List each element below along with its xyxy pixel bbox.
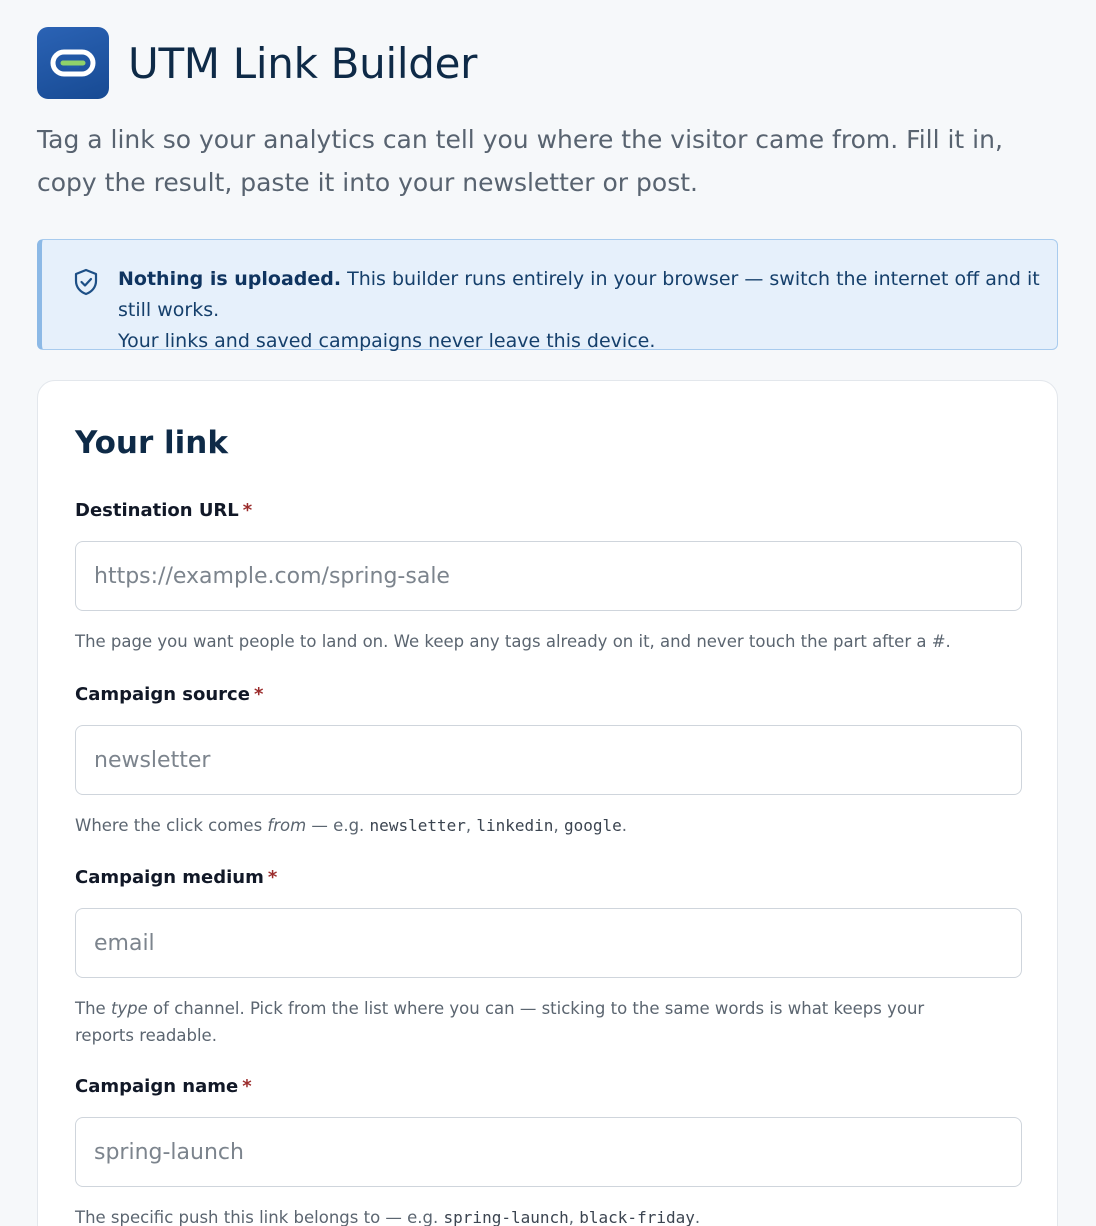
notice-bold: Nothing is uploaded. [118, 268, 342, 290]
help-text: . [694, 1208, 701, 1226]
shield-check-icon [73, 268, 99, 300]
campaign-medium-input[interactable] [75, 908, 1022, 978]
notice-line2: Your links and saved campaigns never lea… [118, 330, 656, 352]
required-marker: * [242, 1076, 252, 1097]
link-form-card: Your link Destination URL* The page you … [37, 380, 1058, 1226]
destination-url-input[interactable] [75, 541, 1022, 611]
help-example-code: newsletter [369, 816, 466, 835]
link-icon [37, 27, 109, 99]
required-marker: * [242, 500, 253, 521]
destination-url-field: Destination URL* The page you want peopl… [75, 498, 1022, 655]
campaign-source-label: Campaign source * [75, 682, 1022, 708]
destination-url-label-text: Destination URL [75, 500, 239, 521]
campaign-source-label-text: Campaign source [75, 684, 250, 705]
help-text: , [465, 816, 477, 835]
help-emphasis: type [110, 999, 148, 1018]
help-text: — e.g. [306, 816, 370, 835]
help-text: The [75, 999, 111, 1018]
campaign-name-label-text: Campaign name [75, 1076, 239, 1097]
campaign-source-field: Campaign source* Where the click comes f… [75, 682, 1022, 839]
help-text: The specific push this link belongs to —… [75, 1208, 444, 1226]
campaign-name-help: The specific push this link belongs to —… [75, 1204, 975, 1226]
campaign-name-label: Campaign name * [75, 1074, 1022, 1100]
help-text: , [568, 1208, 580, 1226]
campaign-source-input[interactable] [75, 725, 1022, 795]
required-marker: * [267, 867, 278, 888]
privacy-notice: Nothing is uploaded. This builder runs e… [37, 239, 1058, 352]
help-text: Where the click comes [75, 816, 268, 835]
campaign-medium-label: Campaign medium * [75, 865, 1022, 891]
card-title: Your link [75, 425, 228, 461]
help-example-code: google [563, 816, 622, 835]
help-emphasis: from [267, 816, 307, 835]
destination-url-help: The page you want people to land on. We … [75, 632, 951, 651]
destination-url-label: Destination URL * [75, 498, 1022, 524]
intro-text: Tag a link so your analytics can tell yo… [37, 125, 1003, 197]
help-text: . [621, 816, 627, 835]
help-example-code: linkedin [476, 816, 554, 835]
help-example-code: spring-launch [443, 1208, 569, 1226]
campaign-name-field: Campaign name* The specific push this li… [75, 1074, 1022, 1226]
page: UTM Link Builder Tag a link so your anal… [0, 0, 1096, 1226]
help-text: of channel. Pick from the list where you… [75, 999, 925, 1045]
app-header: UTM Link Builder [37, 27, 477, 99]
campaign-medium-field: Campaign medium* The type of channel. Pi… [75, 865, 1022, 1049]
campaign-medium-label-text: Campaign medium [75, 867, 264, 888]
campaign-medium-help: The type of channel. Pick from the list … [75, 995, 975, 1049]
help-example-code: black-friday [579, 1208, 695, 1226]
campaign-source-help: Where the click comes from — e.g. newsle… [75, 812, 975, 839]
required-marker: * [253, 684, 264, 705]
campaign-name-input[interactable] [75, 1117, 1022, 1187]
page-title: UTM Link Builder [128, 38, 478, 88]
privacy-notice-text: Nothing is uploaded. This builder runs e… [118, 264, 1048, 357]
help-text: , [553, 816, 564, 835]
